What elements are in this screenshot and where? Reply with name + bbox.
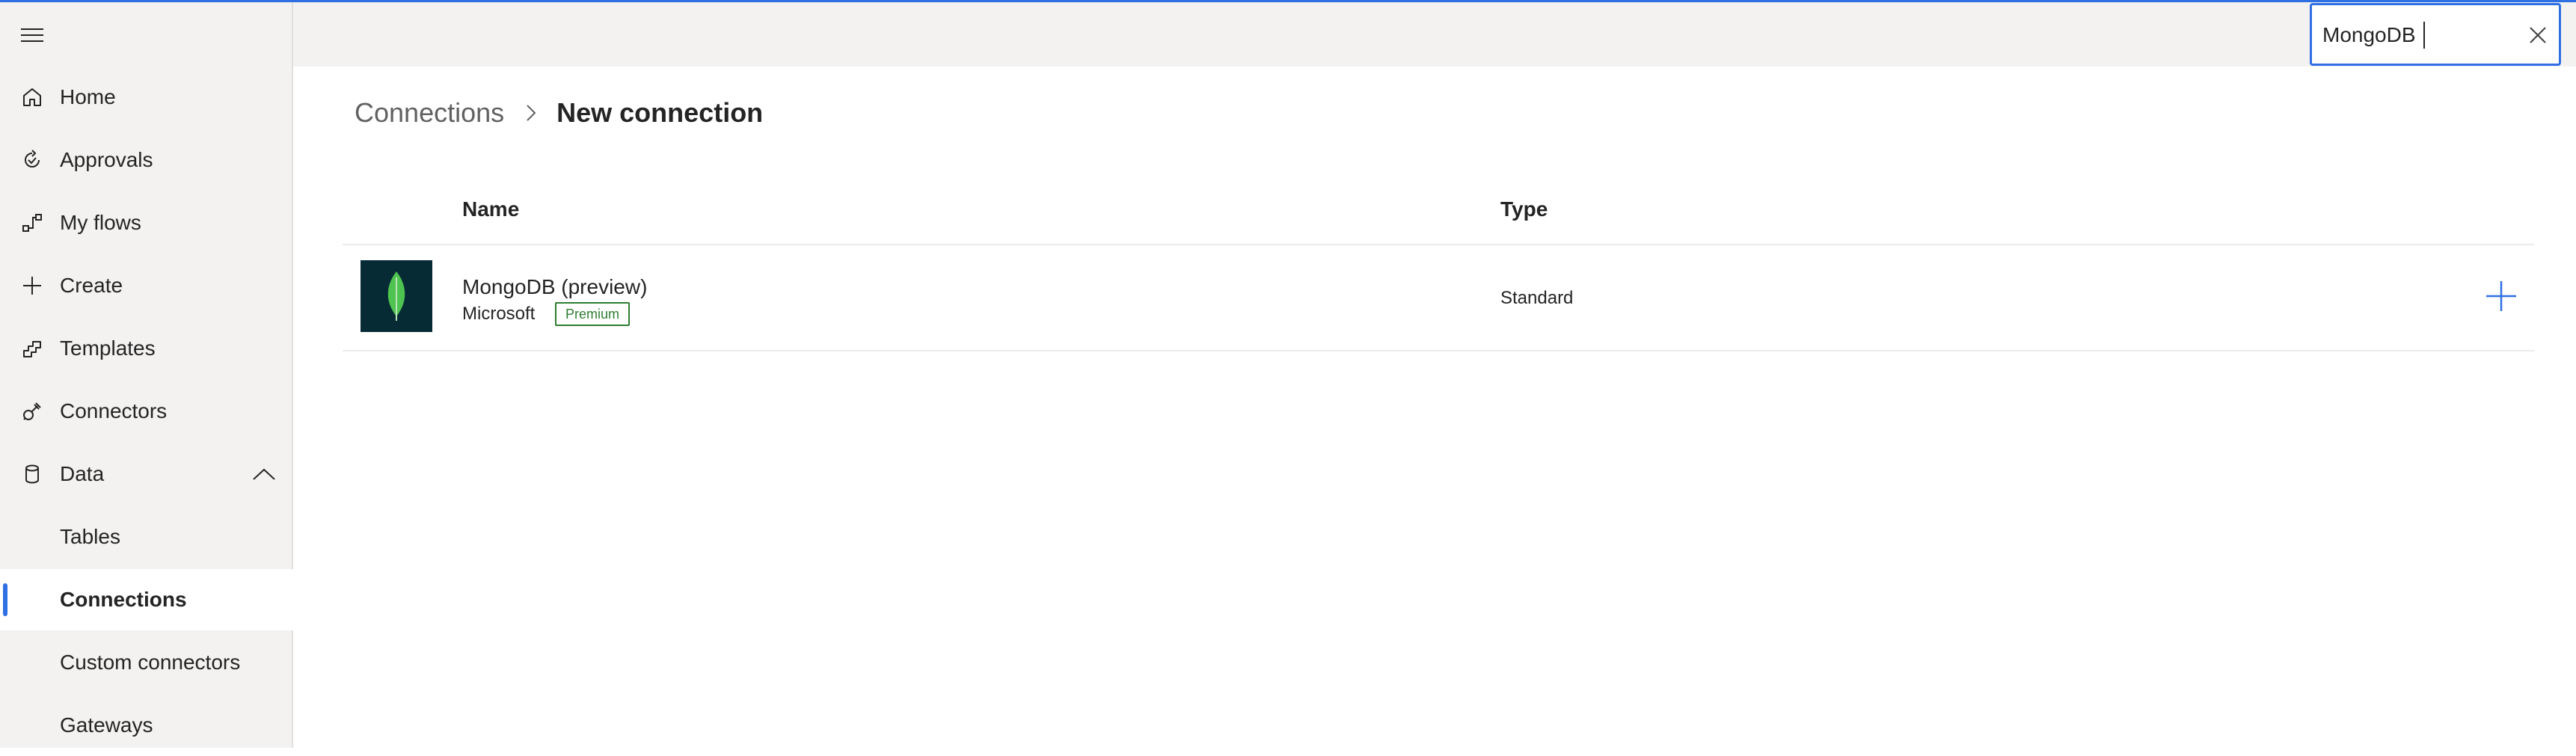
- connection-name: MongoDB (preview): [462, 275, 648, 298]
- approvals-icon: [19, 147, 45, 173]
- search-box[interactable]: [2310, 3, 2561, 66]
- breadcrumb-connections-link[interactable]: Connections: [355, 97, 504, 129]
- sidebar-item-connectors[interactable]: Connectors: [0, 381, 293, 442]
- sidebar-item-home[interactable]: Home: [0, 67, 293, 128]
- sidebar-item-label: Data: [60, 462, 105, 485]
- sidebar-item-custom-connectors[interactable]: Custom connectors: [0, 632, 293, 693]
- hamburger-icon[interactable]: [19, 23, 45, 47]
- mongodb-leaf-icon: [361, 260, 432, 332]
- connector-plug-icon: [19, 399, 45, 424]
- plus-icon: [19, 273, 45, 298]
- sidebar-item-label: My flows: [60, 211, 141, 234]
- sidebar-item-label: Create: [60, 274, 123, 297]
- text-caret: [2423, 22, 2425, 49]
- chevron-right-icon: [522, 104, 540, 122]
- connection-publisher: Microsoft: [462, 304, 536, 324]
- sidebar-item-label: Gateways: [60, 713, 153, 737]
- search-input[interactable]: [2322, 19, 2517, 52]
- sidebar-item-my-flows[interactable]: My flows: [0, 192, 293, 253]
- sidebar-item-connections[interactable]: Connections: [0, 569, 293, 630]
- templates-icon: [19, 336, 45, 361]
- home-icon: [19, 84, 45, 110]
- top-header: [293, 2, 2576, 67]
- column-header-type[interactable]: Type: [1500, 197, 1548, 221]
- sidebar-item-data[interactable]: Data: [0, 443, 293, 505]
- page-title: New connection: [556, 97, 764, 128]
- flows-icon: [19, 210, 45, 236]
- connection-type: Standard: [1500, 288, 1574, 308]
- sidebar-item-label: Home: [60, 85, 116, 108]
- sidebar-item-label: Connections: [60, 588, 187, 611]
- sidebar-item-approvals[interactable]: Approvals: [0, 129, 293, 191]
- sidebar-item-label: Approvals: [60, 148, 153, 171]
- database-icon: [19, 461, 45, 487]
- chevron-up-icon[interactable]: [251, 461, 277, 487]
- sidebar-item-label: Custom connectors: [60, 651, 241, 674]
- table-divider: [343, 350, 2534, 351]
- sidebar-item-tables[interactable]: Tables: [0, 506, 293, 568]
- table-row[interactable]: MongoDB (preview) Microsoft Premium Stan…: [343, 245, 2534, 350]
- sidebar: Home Approvals My flows Create Templates…: [0, 2, 293, 748]
- premium-badge: Premium: [555, 302, 631, 326]
- selection-indicator: [3, 583, 7, 616]
- sidebar-item-label: Connectors: [60, 399, 168, 422]
- breadcrumb: Connections New connection: [355, 96, 763, 130]
- close-icon[interactable]: [2524, 22, 2551, 49]
- sidebar-item-gateways[interactable]: Gateways: [0, 695, 293, 756]
- sidebar-item-label: Templates: [60, 336, 156, 360]
- sidebar-item-create[interactable]: Create: [0, 255, 293, 316]
- sidebar-item-templates[interactable]: Templates: [0, 318, 293, 379]
- sidebar-item-label: Tables: [60, 525, 120, 548]
- add-icon[interactable]: [2482, 277, 2521, 316]
- column-header-name[interactable]: Name: [462, 197, 519, 221]
